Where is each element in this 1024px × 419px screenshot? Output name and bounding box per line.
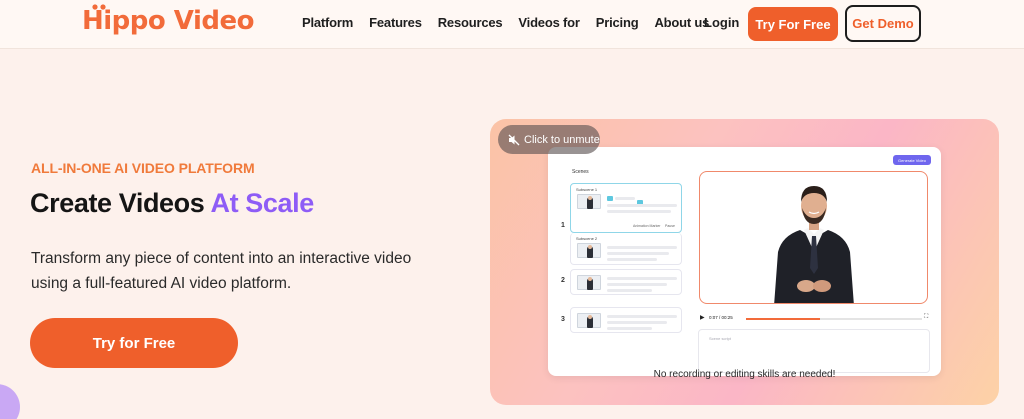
scene-thumbnail xyxy=(577,243,601,258)
play-icon[interactable]: ▶ xyxy=(700,314,705,321)
headline-accent: At Scale xyxy=(210,188,315,218)
site-header: Hippo Video Platform Features Resources … xyxy=(0,0,1024,49)
scene-thumbnail xyxy=(577,313,601,328)
video-preview[interactable] xyxy=(699,171,928,304)
hero-headline: Create Videos At Scale xyxy=(30,188,314,219)
presenter-image xyxy=(773,186,854,303)
demo-video-card[interactable]: Generate Video Scenes 1 Subscene 1 Anima… xyxy=(490,119,999,405)
scene-script-input[interactable]: Scene script xyxy=(698,329,930,373)
login-link[interactable]: Login xyxy=(704,15,739,30)
unmute-label: Click to unmute xyxy=(524,133,600,146)
try-for-free-button[interactable]: Try For Free xyxy=(748,7,838,41)
decorative-blob xyxy=(0,384,20,419)
hero-try-for-free-button[interactable]: Try for Free xyxy=(30,318,238,368)
scene-2-card xyxy=(570,269,682,295)
subscene-2-card: Subscene 2 xyxy=(570,233,682,265)
get-demo-button[interactable]: Get Demo xyxy=(845,5,921,42)
nav-item-platform[interactable]: Platform xyxy=(302,15,353,30)
headline-main: Create Videos xyxy=(30,188,205,218)
scene-3-card xyxy=(570,307,682,333)
subscene-label: Subscene 2 xyxy=(576,236,598,241)
scene-1-card: Subscene 1 Animation Marker Pause xyxy=(570,183,682,233)
pause-label: Pause xyxy=(665,224,675,228)
scene-thumbnail xyxy=(577,275,601,290)
unmute-button[interactable]: Click to unmute xyxy=(498,125,600,154)
nav-item-resources[interactable]: Resources xyxy=(438,15,503,30)
generate-video-button: Generate Video xyxy=(893,155,931,165)
progress-bar[interactable] xyxy=(746,318,922,320)
text-line xyxy=(607,321,667,324)
video-controls: ▶ 0:07 / 00:25 ⛶ xyxy=(700,313,930,323)
animation-marker-label: Animation Marker xyxy=(633,224,661,228)
text-line xyxy=(607,315,677,318)
time-total: / 00:25 xyxy=(719,315,733,320)
hero-eyebrow: ALL-IN-ONE AI VIDEO PLATFORM xyxy=(31,160,255,176)
fullscreen-icon[interactable]: ⛶ xyxy=(924,314,928,321)
hero-description: Transform any piece of content into an i… xyxy=(31,250,412,292)
progress-fill xyxy=(746,318,820,320)
marker-chip xyxy=(607,196,613,201)
text-line xyxy=(615,197,635,200)
text-line xyxy=(607,277,677,280)
speaker-muted-icon xyxy=(508,134,520,145)
text-line xyxy=(607,327,652,330)
scene-thumbnail xyxy=(577,194,601,209)
editor-mockup: Generate Video Scenes 1 Subscene 1 Anima… xyxy=(548,147,941,376)
text-line xyxy=(607,246,677,249)
logo[interactable]: Hippo Video xyxy=(82,6,255,36)
nav-item-pricing[interactable]: Pricing xyxy=(596,15,639,30)
time-readout: 0:07 / 00:25 xyxy=(709,315,733,320)
nav-item-features[interactable]: Features xyxy=(369,15,422,30)
video-caption: No recording or editing skills are neede… xyxy=(653,369,836,380)
text-line xyxy=(607,210,671,213)
text-line xyxy=(607,204,677,207)
text-line xyxy=(607,283,667,286)
subscene-label: Subscene 1 xyxy=(576,187,598,192)
scene-number-1: 1 xyxy=(561,222,565,229)
script-placeholder: Scene script xyxy=(709,336,732,341)
scenes-label: Scenes xyxy=(572,169,589,175)
nav-item-videos-for[interactable]: Videos for xyxy=(518,15,580,30)
main-nav: Platform Features Resources Videos for P… xyxy=(302,15,725,30)
scene-number-3: 3 xyxy=(561,316,565,323)
time-current: 0:07 xyxy=(709,315,718,320)
nav-item-about-us[interactable]: About us xyxy=(654,15,709,30)
text-line xyxy=(607,258,657,261)
text-line xyxy=(607,289,652,292)
scene-number-2: 2 xyxy=(561,277,565,284)
text-line xyxy=(607,252,669,255)
